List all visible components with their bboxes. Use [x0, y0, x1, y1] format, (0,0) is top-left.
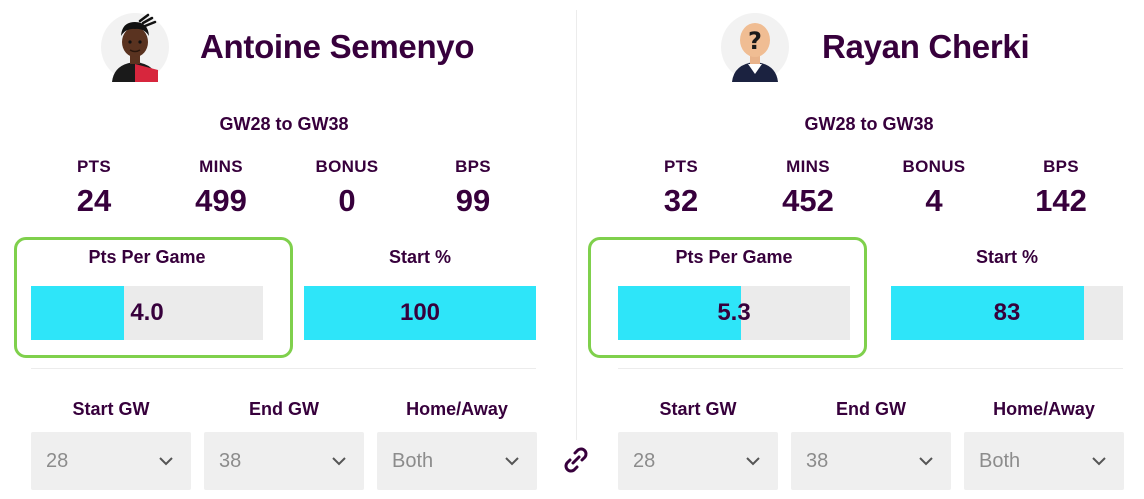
stat-value: 499	[195, 183, 247, 218]
stat-value: 4	[925, 183, 943, 218]
stat-value: 452	[782, 183, 834, 218]
stat-label: BONUS	[902, 157, 966, 176]
player-panel-left: Antoine Semenyo GW28 to GW38 PTS 24 MINS…	[0, 0, 560, 499]
stat-label: BPS	[1043, 157, 1079, 176]
gameweek-range: GW28 to GW38	[219, 114, 349, 134]
start-gw-select[interactable]: 28	[618, 432, 778, 490]
start-pct-value: 100	[399, 299, 441, 326]
stat-value: 0	[338, 183, 356, 218]
ppg-highlight-outline	[14, 237, 293, 358]
chevron-down-icon	[332, 457, 346, 466]
stat-label: MINS	[199, 157, 243, 176]
stat-value: 142	[1035, 183, 1087, 218]
player-name: Rayan Cherki	[822, 28, 1030, 65]
stat-bonus: BONUS 4	[879, 157, 989, 219]
gameweek-range: GW28 to GW38	[804, 114, 934, 134]
home-away-select[interactable]: Both	[964, 432, 1124, 490]
stat-value: 24	[76, 183, 112, 218]
end-gw-value: 38	[806, 450, 829, 472]
home-away-label: Home/Away	[406, 399, 508, 419]
start-gw-value: 28	[633, 450, 656, 472]
end-gw-label: End GW	[249, 399, 319, 419]
start-gw-label: Start GW	[659, 399, 737, 419]
chevron-down-icon	[505, 457, 519, 466]
stat-mins: MINS 452	[753, 157, 863, 219]
stat-mins: MINS 499	[166, 157, 276, 219]
start-pct-bar: 100	[304, 286, 536, 340]
stat-label: BONUS	[315, 157, 379, 176]
home-away-value: Both	[979, 450, 1021, 472]
stat-pts: PTS 24	[39, 157, 149, 219]
start-gw-value: 28	[46, 450, 69, 472]
stat-label: PTS	[77, 157, 111, 176]
home-away-select[interactable]: Both	[377, 432, 537, 490]
start-pct-value: 83	[993, 299, 1021, 326]
stat-bps: BPS 142	[1006, 157, 1116, 219]
svg-text:?: ?	[748, 27, 762, 55]
stat-value: 99	[455, 183, 491, 218]
start-gw-label: Start GW	[72, 399, 150, 419]
stat-label: PTS	[664, 157, 698, 176]
end-gw-select[interactable]: 38	[791, 432, 951, 490]
home-away-value: Both	[392, 450, 434, 472]
stat-label: MINS	[786, 157, 830, 176]
chevron-down-icon	[919, 457, 933, 466]
end-gw-select[interactable]: 38	[204, 432, 364, 490]
start-pct-bar: 83	[891, 286, 1123, 340]
unknown-player-avatar: ?	[721, 13, 789, 82]
divider	[618, 368, 1123, 369]
chevron-down-icon	[746, 457, 760, 466]
ppg-highlight-outline	[588, 237, 867, 358]
start-pct-label: Start %	[975, 247, 1038, 267]
panel-divider	[576, 10, 577, 440]
chevron-down-icon	[1092, 457, 1106, 466]
player-avatar	[101, 13, 169, 82]
stat-bonus: BONUS 0	[292, 157, 402, 219]
stat-value: 32	[663, 183, 699, 218]
start-gw-select[interactable]: 28	[31, 432, 191, 490]
divider	[31, 368, 536, 369]
home-away-label: Home/Away	[993, 399, 1095, 419]
stat-label: BPS	[455, 157, 491, 176]
end-gw-label: End GW	[836, 399, 906, 419]
end-gw-value: 38	[219, 450, 242, 472]
player-panel-right: ? Rayan Cherki GW28 to GW38 PTS 32 MINS …	[586, 0, 1144, 499]
chevron-down-icon	[159, 457, 173, 466]
stat-pts: PTS 32	[626, 157, 736, 219]
start-pct-label: Start %	[388, 247, 451, 267]
player-name: Antoine Semenyo	[200, 28, 475, 65]
stat-bps: BPS 99	[418, 157, 528, 219]
